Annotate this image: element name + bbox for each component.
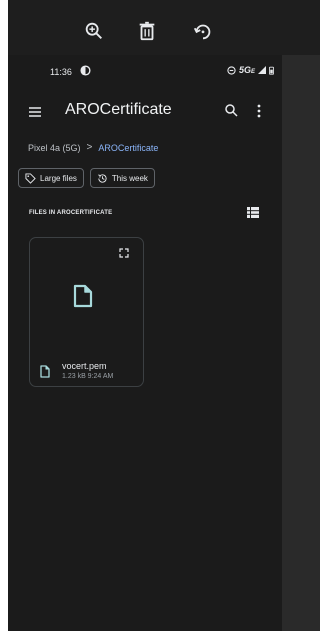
phone-screen: 11:36 5GE AROCertificate Pixel 4a (5G) >…	[8, 55, 282, 631]
app-bar: AROCertificate	[8, 95, 282, 131]
menu-icon[interactable]	[28, 105, 42, 119]
network-type: 5GE	[238, 65, 255, 75]
filter-chip-large-files[interactable]: Large files	[18, 168, 84, 188]
list-view-icon[interactable]	[247, 207, 259, 218]
page-title: AROCertificate	[65, 101, 172, 118]
file-type-icon	[40, 365, 50, 378]
dnd-icon	[227, 65, 236, 75]
screenshot-frame: 11:36 5GE AROCertificate Pixel 4a (5G) >…	[8, 0, 320, 631]
notification-icon	[80, 65, 91, 76]
filter-chip-this-week[interactable]: This week	[89, 168, 155, 188]
file-thumbnail-icon	[73, 284, 93, 308]
breadcrumb-root[interactable]: Pixel 4a (5G)	[28, 143, 81, 153]
breadcrumb-separator: >	[86, 142, 93, 153]
filter-chip-label: This week	[111, 173, 148, 183]
status-right: 5GE	[227, 65, 274, 75]
rotate-icon[interactable]	[192, 20, 214, 42]
zoom-in-icon[interactable]	[83, 20, 105, 42]
section-header: FILES IN AROCERTIFICATE	[29, 210, 113, 216]
trash-icon[interactable]	[136, 20, 158, 42]
history-icon	[98, 173, 107, 183]
more-options-icon[interactable]	[256, 103, 262, 119]
signal-icon	[258, 66, 266, 74]
status-time: 11:36	[50, 67, 72, 77]
image-viewer-toolbar	[8, 0, 320, 55]
breadcrumb-current[interactable]: AROCertificate	[98, 143, 158, 153]
status-bar: 11:36 5GE	[8, 55, 282, 91]
side-panel	[282, 55, 320, 631]
filter-chip-label: Large files	[40, 173, 77, 183]
search-icon[interactable]	[224, 103, 238, 117]
file-card[interactable]: vocert.pem 1.23 kB 9:24 AM	[29, 237, 144, 387]
file-meta: 1.23 kB 9:24 AM	[62, 373, 114, 380]
expand-icon[interactable]	[119, 248, 129, 258]
file-name: vocert.pem	[62, 361, 107, 371]
tag-icon	[25, 172, 36, 184]
breadcrumb: Pixel 4a (5G) > AROCertificate	[28, 142, 158, 153]
filter-chips: Large files This week	[18, 168, 155, 188]
battery-icon	[269, 66, 274, 75]
